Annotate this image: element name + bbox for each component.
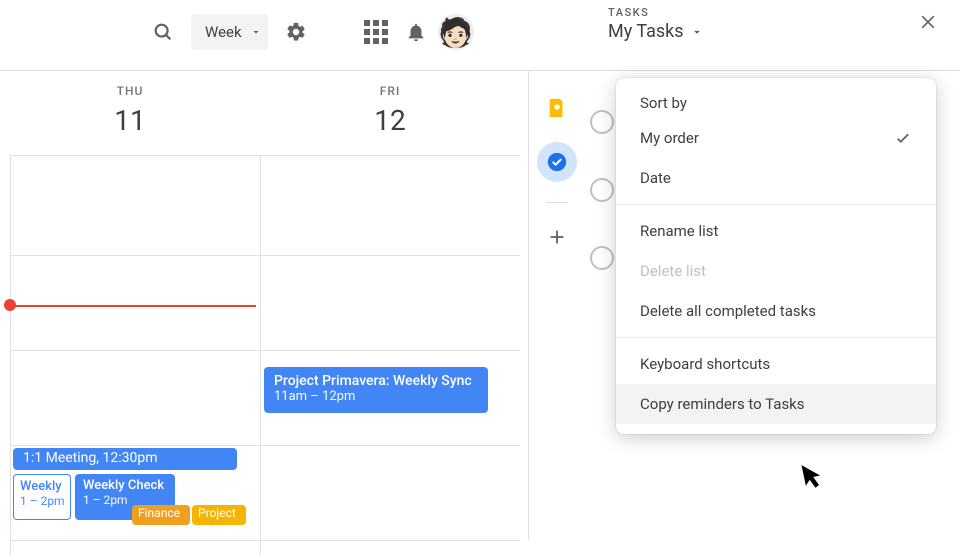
menu-item-label: My order xyxy=(640,129,699,147)
event-one-on-one[interactable]: 1:1 Meeting, 12:30pm xyxy=(13,448,237,470)
event-title: Weekly Check xyxy=(83,478,167,493)
day-of-week: THU xyxy=(0,84,260,98)
menu-item-label: Delete list xyxy=(640,262,706,280)
current-time-dot xyxy=(4,299,16,311)
menu-item-delete: Delete list xyxy=(616,251,936,291)
task-checkbox[interactable] xyxy=(590,178,614,202)
calendar-grid: THU 11 FRI 12 Project Primavera: Weekly … xyxy=(0,70,520,540)
event-title: Finance xyxy=(138,506,180,520)
menu-item-delete-completed[interactable]: Delete all completed tasks xyxy=(616,291,936,331)
add-icon[interactable] xyxy=(537,217,577,257)
view-switcher[interactable]: Week xyxy=(191,14,268,50)
view-label: Week xyxy=(205,23,242,41)
menu-item-label: Keyboard shortcuts xyxy=(640,355,770,373)
event-finance[interactable]: Finance xyxy=(132,505,190,525)
avatar[interactable]: 🧑🏻 xyxy=(436,12,476,52)
menu-item-my-order[interactable]: My order xyxy=(616,118,936,158)
check-icon xyxy=(894,129,912,147)
event-title: Project xyxy=(198,506,236,520)
event-title: 1:1 Meeting, 12:30pm xyxy=(23,450,157,466)
menu-item-copy-reminders[interactable]: Copy reminders to Tasks xyxy=(616,384,936,424)
apps-waffle-icon[interactable] xyxy=(356,12,396,52)
day-header-fri[interactable]: FRI 12 xyxy=(260,70,520,137)
day-number: 12 xyxy=(260,104,520,137)
search-icon[interactable] xyxy=(143,12,183,52)
menu-separator xyxy=(616,337,936,338)
task-checkbox[interactable] xyxy=(590,110,614,134)
tasks-icon[interactable] xyxy=(537,142,577,182)
menu-separator xyxy=(616,204,936,205)
day-header-thu[interactable]: THU 11 xyxy=(0,70,260,137)
menu-item-shortcuts[interactable]: Keyboard shortcuts xyxy=(616,344,936,384)
event-time: 1 – 2pm xyxy=(20,494,64,508)
chevron-down-icon xyxy=(690,25,704,39)
day-of-week: FRI xyxy=(260,84,520,98)
rail-separator xyxy=(546,202,568,203)
tasks-section-label: TASKS xyxy=(608,6,960,19)
gear-icon[interactable] xyxy=(276,12,316,52)
task-checkbox[interactable] xyxy=(590,246,614,270)
menu-item-label: Copy reminders to Tasks xyxy=(640,395,805,413)
event-title: Project Primavera: Weekly Sync xyxy=(274,373,478,389)
task-list-picker[interactable]: My Tasks xyxy=(608,21,960,42)
keep-icon[interactable] xyxy=(537,88,577,128)
event-project[interactable]: Project xyxy=(192,505,246,525)
menu-item-rename[interactable]: Rename list xyxy=(616,211,936,251)
event-primavera[interactable]: Project Primavera: Weekly Sync 11am – 12… xyxy=(264,367,488,413)
menu-item-label: Delete all completed tasks xyxy=(640,302,816,320)
close-icon[interactable] xyxy=(918,12,938,32)
menu-item-label: Date xyxy=(640,169,671,187)
menu-item-label: Rename list xyxy=(640,222,718,240)
event-weekly-a[interactable]: Weekly 1 – 2pm xyxy=(13,474,71,520)
chevron-down-icon xyxy=(250,26,262,38)
event-time: 11am – 12pm xyxy=(274,389,478,404)
menu-section-sort: Sort by xyxy=(616,88,936,118)
day-number: 11 xyxy=(0,104,260,137)
event-title: Weekly xyxy=(20,479,64,494)
menu-item-date[interactable]: Date xyxy=(616,158,936,198)
tasks-options-menu: Sort by My order Date Rename list Delete… xyxy=(616,78,936,434)
side-rail xyxy=(528,70,584,540)
notifications-icon[interactable] xyxy=(396,12,436,52)
task-list-name: My Tasks xyxy=(608,21,684,42)
current-time-line xyxy=(6,305,256,307)
